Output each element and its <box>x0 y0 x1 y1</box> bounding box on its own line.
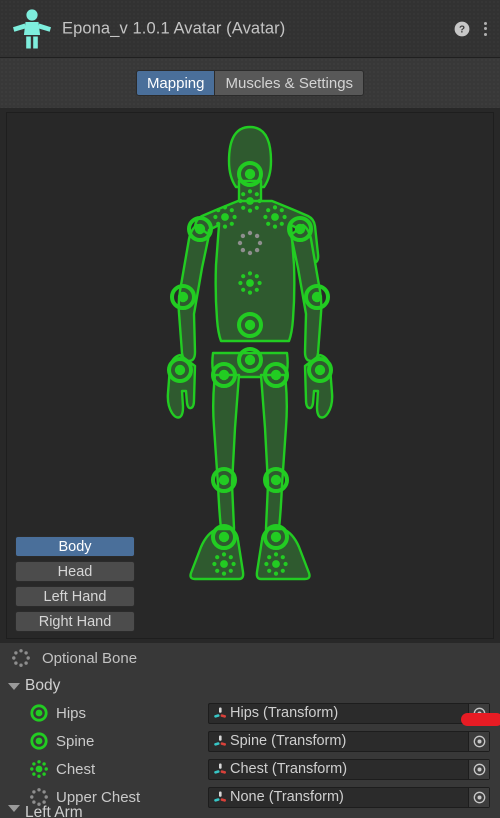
transform-gizmo-icon <box>214 707 226 718</box>
bone-field-hips[interactable]: Hips (Transform) <box>208 702 490 724</box>
avatar-mapping-viewport[interactable]: Body Head Left Hand Right Hand <box>6 112 494 639</box>
bone-row-upper-chest-label: Upper Chest <box>56 788 141 806</box>
bone-row-spine[interactable]: Spine Spine (Transform) <box>0 727 500 755</box>
bone-group-left-arm-label: Left Arm <box>25 805 83 818</box>
bone-marker-right-toes[interactable] <box>264 552 288 576</box>
tab-mapping[interactable]: Mapping <box>135 70 216 96</box>
help-question-icon[interactable]: ? <box>454 21 470 37</box>
bodypart-button-right-hand[interactable]: Right Hand <box>15 611 135 632</box>
bone-group-body[interactable]: Body <box>0 673 500 699</box>
transform-gizmo-icon <box>214 791 226 802</box>
bone-row-spine-label: Spine <box>56 732 95 750</box>
bone-field-spine[interactable]: Spine (Transform) <box>208 730 490 752</box>
bodypart-button-left-hand[interactable]: Left Hand <box>15 586 135 607</box>
object-picker-icon-upper-chest[interactable] <box>468 787 489 807</box>
bone-marker-right-shoulder[interactable] <box>263 205 287 229</box>
bone-row-hips[interactable]: Hips Hips (Transform) <box>0 699 500 727</box>
page-title: Epona_v 1.0.1 Avatar (Avatar) <box>62 19 286 37</box>
kebab-menu-icon[interactable] <box>478 21 492 37</box>
bone-field-chest-value: Chest (Transform) <box>230 761 348 777</box>
bodypart-selector: Body Head Left Hand Right Hand <box>15 536 135 632</box>
bone-marker-left-shoulder[interactable] <box>213 205 237 229</box>
transform-gizmo-icon <box>214 735 226 746</box>
bone-row-chest[interactable]: Chest Chest (Transform) <box>0 755 500 783</box>
bone-row-chest-label: Chest <box>56 760 96 778</box>
bone-marker-neck[interactable] <box>238 189 262 213</box>
bone-field-spine-value: Spine (Transform) <box>230 733 347 749</box>
dotted-circle-icon[interactable] <box>30 788 48 806</box>
bone-marker-left-toes[interactable] <box>212 552 236 576</box>
optional-bone-label: Optional Bone <box>42 649 138 667</box>
bodypart-button-body[interactable]: Body <box>15 536 135 557</box>
object-picker-icon-hips[interactable] <box>468 703 489 723</box>
tab-strip: Mapping Muscles & Settings <box>0 58 500 108</box>
bone-field-hips-value: Hips (Transform) <box>230 705 339 721</box>
dotted-circle-icon <box>12 649 30 667</box>
bone-field-chest[interactable]: Chest (Transform) <box>208 758 490 780</box>
bone-mapping-list[interactable]: Optional Bone Body Hips Hips (Transform) <box>0 643 500 818</box>
bone-group-left-arm[interactable]: Left Arm <box>0 805 500 818</box>
object-picker-icon-chest[interactable] <box>468 759 489 779</box>
transform-gizmo-icon <box>214 763 226 774</box>
bone-group-body-label: Body <box>25 677 61 694</box>
bone-row-hips-label: Hips <box>56 704 87 722</box>
bodypart-button-head[interactable]: Head <box>15 561 135 582</box>
avatar-humanoid-icon <box>13 9 51 49</box>
filled-ring-icon[interactable] <box>30 704 48 722</box>
tab-muscles-settings[interactable]: Muscles & Settings <box>215 70 365 96</box>
bone-marker-chest[interactable] <box>238 271 262 295</box>
optional-bone-legend: Optional Bone <box>0 643 500 673</box>
chevron-down-icon[interactable] <box>8 682 20 690</box>
chevron-down-icon[interactable] <box>8 805 20 812</box>
filled-ring-icon[interactable] <box>30 732 48 750</box>
window-title-bar: Epona_v 1.0.1 Avatar (Avatar) ? <box>0 0 500 58</box>
object-picker-icon-spine[interactable] <box>468 731 489 751</box>
dotted-ring-filled-icon[interactable] <box>30 760 48 778</box>
svg-text:?: ? <box>459 24 465 35</box>
avatar-humanoid-figure[interactable] <box>135 117 365 637</box>
bone-field-upper-chest-value: None (Transform) <box>230 789 344 805</box>
